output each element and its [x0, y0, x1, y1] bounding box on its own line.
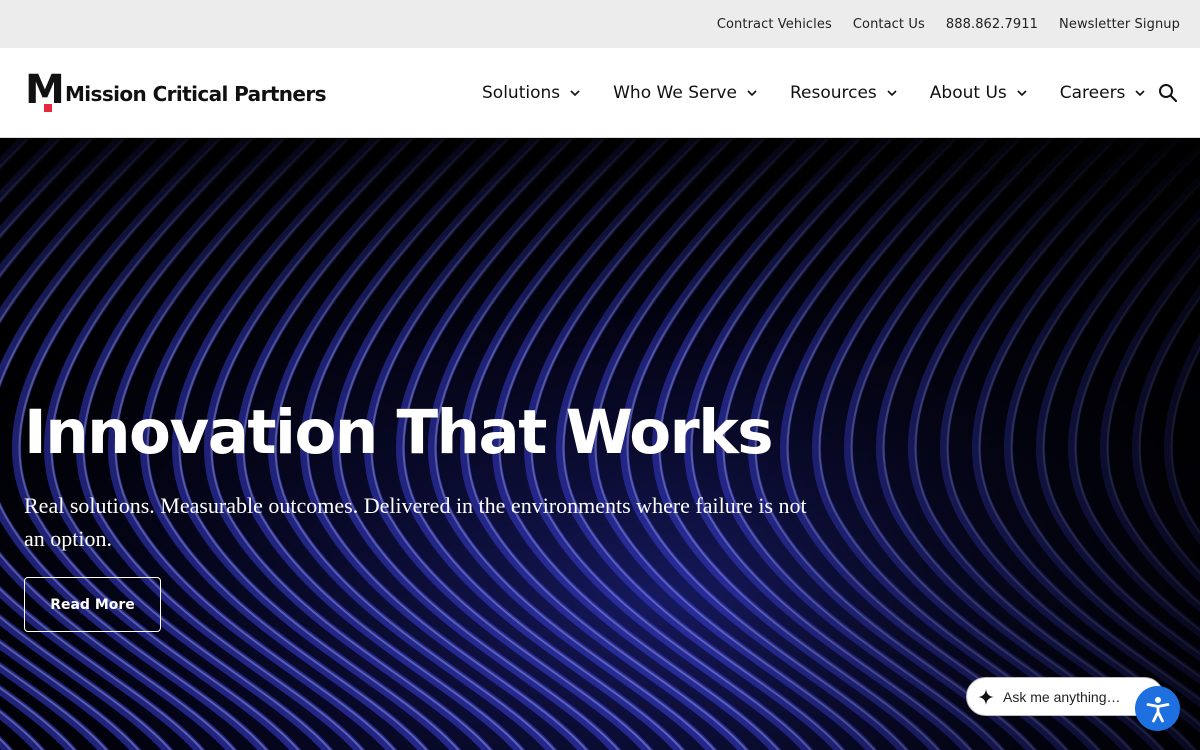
main-nav: Solutions Who We Serve Resources About U… [482, 48, 1178, 138]
nav-item-label: Solutions [482, 83, 561, 103]
nav-item-label: Resources [789, 83, 877, 103]
hero-title: Innovation That Works [24, 397, 774, 468]
hero-subtitle: Real solutions. Measurable outcomes. Del… [24, 493, 807, 551]
nav-item-resources[interactable]: Resources [790, 83, 897, 103]
utility-bar: Contract Vehicles Contact Us 888.862.791… [0, 0, 1200, 48]
chevron-down-icon [1135, 88, 1145, 98]
site-logo[interactable]: M Mission Critical Partners [25, 70, 327, 112]
search-icon [1159, 84, 1178, 103]
chat-placeholder: Ask me anything… [1003, 688, 1121, 705]
chevron-down-icon [887, 88, 897, 98]
main-header: M Mission Critical Partners Solutions Wh… [0, 48, 1200, 138]
nav-item-label: Careers [1059, 83, 1126, 103]
read-more-button[interactable]: Read More [24, 577, 161, 632]
logo-accent [44, 104, 52, 112]
logo-mark: M [25, 70, 65, 112]
nav-item-solutions[interactable]: Solutions [482, 83, 580, 103]
logo-text: Mission Critical Partners [65, 81, 327, 106]
chevron-down-icon [570, 88, 580, 98]
utility-link-phone[interactable]: 888.862.7911 [946, 17, 1038, 32]
nav-item-label: About Us [929, 83, 1007, 103]
nav-item-label: Who We Serve [613, 83, 737, 103]
accessibility-icon [1146, 696, 1169, 722]
nav-item-about-us[interactable]: About Us [930, 83, 1027, 103]
nav-item-careers[interactable]: Careers [1060, 83, 1146, 103]
nav-item-who-we-serve[interactable]: Who We Serve [613, 83, 757, 103]
sparkle-icon [978, 688, 994, 705]
utility-link-contact-us[interactable]: Contact Us [853, 17, 925, 32]
hero-section: Innovation That Works Real solutions. Me… [0, 139, 1200, 750]
accessibility-button[interactable] [1135, 686, 1180, 731]
search-button[interactable] [1158, 83, 1178, 103]
chevron-down-icon [1017, 88, 1027, 98]
utility-link-contract-vehicles[interactable]: Contract Vehicles [717, 17, 832, 32]
utility-link-newsletter-signup[interactable]: Newsletter Signup [1059, 17, 1180, 32]
chevron-down-icon [747, 88, 757, 98]
